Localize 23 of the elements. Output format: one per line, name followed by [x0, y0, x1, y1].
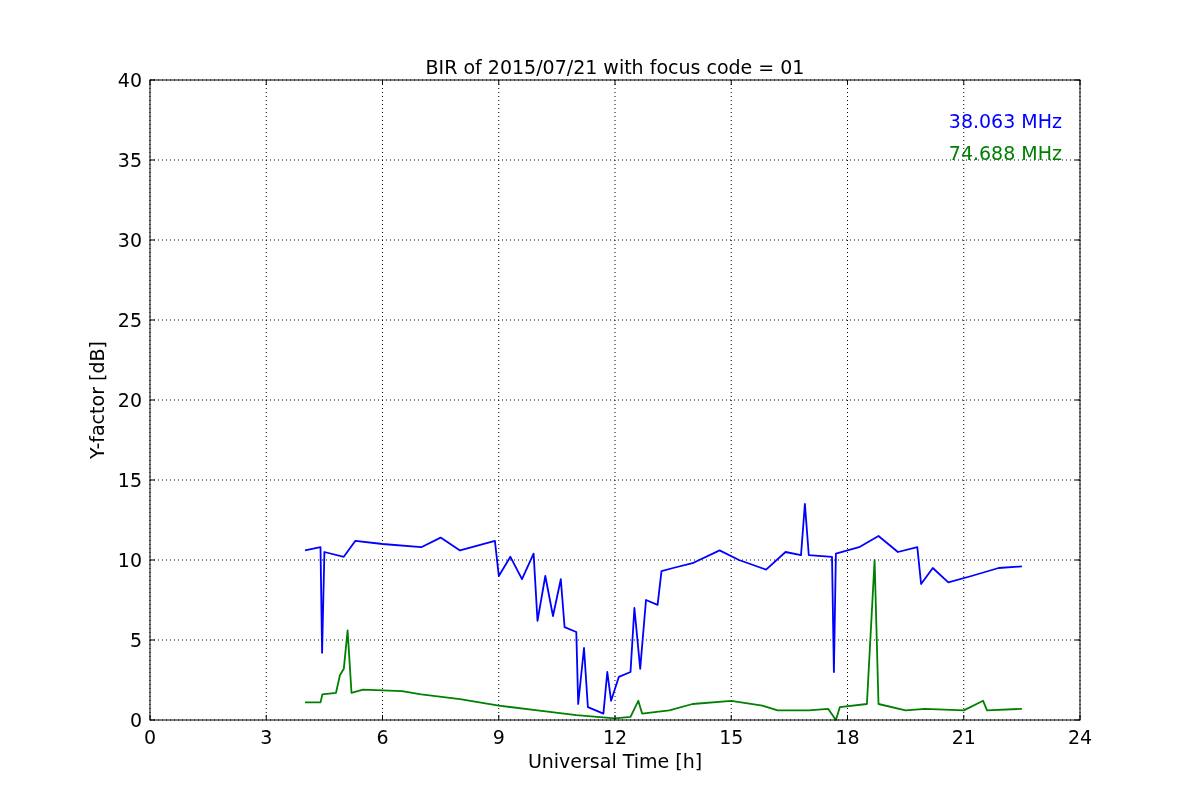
tick-label: 12: [602, 726, 628, 748]
tick-label: 6: [376, 726, 389, 748]
tick-label: 15: [719, 726, 744, 748]
tick-label: 21: [951, 726, 976, 748]
tick-label: 0: [143, 726, 157, 748]
tick-label: 3: [260, 726, 273, 748]
tick-label: 0: [129, 709, 142, 731]
tick-label: 5: [129, 629, 142, 651]
tick-label: 10: [117, 549, 142, 571]
legend-label: 74.688 MHz: [948, 142, 1062, 164]
tick-label: 30: [117, 229, 142, 251]
chart-title: BIR of 2015/07/21 with focus code = 01: [425, 56, 805, 78]
tick-label: 24: [1067, 726, 1093, 748]
tick-label: 18: [835, 726, 860, 748]
legend-label: 38.063 MHz: [948, 110, 1062, 132]
y-axis-label: Y-factor [dB]: [86, 341, 108, 459]
tick-label: 9: [492, 726, 505, 748]
tick-label: 15: [117, 469, 142, 491]
x-axis-label: Universal Time [h]: [527, 750, 703, 772]
tick-label: 25: [117, 309, 142, 331]
tick-label: 35: [117, 149, 142, 171]
tick-label: 40: [117, 69, 142, 91]
tick-label: 20: [117, 389, 142, 411]
